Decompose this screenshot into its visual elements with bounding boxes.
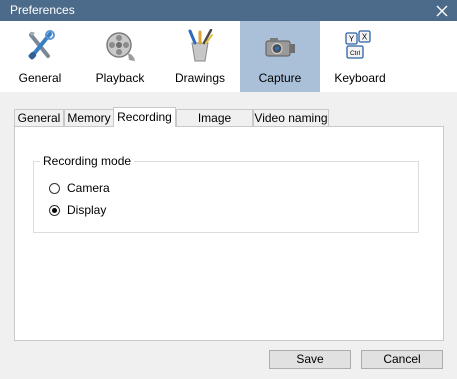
- tools-icon: [28, 30, 55, 60]
- preferences-window: Preferences General Playback Drawings Ca…: [0, 0, 457, 379]
- close-button[interactable]: [427, 0, 457, 21]
- svg-text:Y: Y: [349, 35, 355, 44]
- svg-text:Ctrl: Ctrl: [350, 50, 361, 57]
- tab-strip: General Memory Recording Image naming Vi…: [14, 107, 444, 141]
- tab-general[interactable]: General: [14, 109, 64, 126]
- display-radio-label: Display: [67, 203, 107, 217]
- toolbar-item-drawings[interactable]: Drawings: [160, 21, 240, 92]
- save-button[interactable]: Save: [269, 350, 351, 369]
- film-reel-icon: [106, 32, 135, 61]
- camera-radio[interactable]: [49, 182, 60, 194]
- display-option[interactable]: Display: [49, 202, 106, 218]
- svg-text:X: X: [362, 33, 368, 42]
- brushes-icon: [188, 29, 213, 62]
- window-title: Preferences: [10, 3, 75, 17]
- category-toolbar: General Playback Drawings Capture Y X Ct…: [0, 21, 457, 92]
- tab-image-naming[interactable]: Image naming: [176, 109, 253, 141]
- toolbar-item-label: Capture: [258, 71, 302, 85]
- toolbar-item-playback[interactable]: Playback: [80, 21, 160, 92]
- camera-option[interactable]: Camera: [49, 180, 110, 196]
- toolbar-item-label: Playback: [95, 71, 145, 85]
- toolbar-item-keyboard[interactable]: Y X Ctrl Keyboard: [320, 21, 400, 92]
- toolbar-item-general[interactable]: General: [0, 21, 80, 92]
- toolbar-item-label: General: [18, 71, 62, 85]
- camera-radio-label: Camera: [67, 181, 110, 195]
- recording-tab-panel: Recording mode Camera Display: [14, 126, 444, 341]
- keyboard-icon: Y X Ctrl: [345, 30, 371, 59]
- camera-icon: [265, 38, 295, 57]
- recording-mode-group: Recording mode Camera Display: [33, 154, 419, 233]
- toolbar-item-label: Drawings: [174, 71, 225, 85]
- toolbar-item-capture[interactable]: Capture: [240, 21, 320, 92]
- toolbar-item-label: Keyboard: [334, 71, 386, 85]
- title-bar: Preferences: [0, 0, 457, 21]
- recording-mode-title: Recording mode: [40, 154, 135, 168]
- display-radio[interactable]: [49, 204, 60, 216]
- close-icon: [436, 5, 448, 16]
- tab-recording[interactable]: Recording: [113, 107, 176, 127]
- cancel-button[interactable]: Cancel: [361, 350, 443, 369]
- tab-memory[interactable]: Memory: [64, 109, 114, 126]
- capture-settings-area: General Memory Recording Image naming Vi…: [14, 107, 444, 341]
- tab-video-naming[interactable]: Video naming: [253, 109, 329, 126]
